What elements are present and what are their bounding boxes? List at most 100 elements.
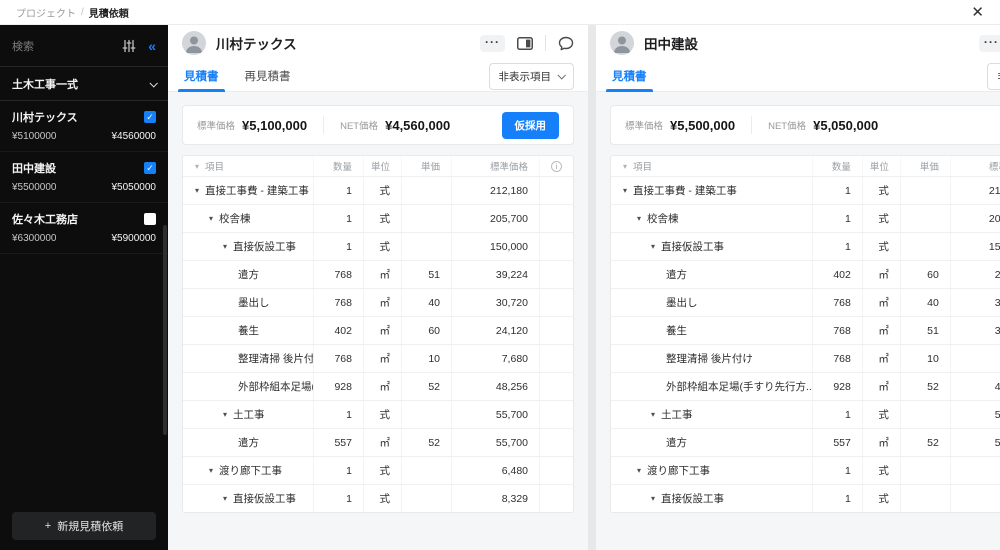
table-row[interactable]: ▾ 整理清掃 後片付け 768 ㎡ 10 7,680 ! bbox=[183, 344, 573, 372]
filter-icon[interactable] bbox=[122, 39, 136, 53]
info-icon[interactable]: i bbox=[551, 160, 562, 172]
caret-icon[interactable]: ▾ bbox=[637, 214, 641, 223]
row-item-label: 渡り廊下工事 bbox=[647, 465, 711, 477]
row-standard-price: 205,700 bbox=[949, 205, 1000, 232]
vendor-list-item[interactable]: 田中建設 ¥5500000 ¥5050000 bbox=[0, 152, 168, 203]
row-standard-price: 150,000 bbox=[451, 233, 539, 260]
row-standard-price: 24,120 bbox=[949, 261, 1000, 288]
net-price-label: NET価格 bbox=[340, 121, 379, 132]
comment-icon[interactable] bbox=[558, 36, 574, 51]
row-unit-price: 52 bbox=[401, 429, 451, 456]
row-unit-price: 52 bbox=[899, 429, 950, 456]
table-row[interactable]: ▾ 外部枠組本足場(手すり先行方.. 928 ㎡ 52 48,256 ! bbox=[611, 372, 1000, 400]
table-row[interactable]: ▾ 校舎棟 1 式 205,700 ! bbox=[183, 204, 573, 232]
row-unit-price: 52 bbox=[401, 373, 451, 400]
row-standard-price: 6,480 bbox=[949, 457, 1000, 484]
caret-icon[interactable]: ▾ bbox=[651, 410, 655, 419]
caret-icon[interactable]: ▾ bbox=[651, 242, 655, 251]
table-row[interactable]: ▾ 直接仮設工事 1 式 150,000 ! bbox=[611, 232, 1000, 260]
table-row[interactable]: ▾ 土工事 1 式 55,700 ! bbox=[611, 400, 1000, 428]
vendor-checkbox[interactable] bbox=[144, 213, 156, 225]
caret-icon[interactable]: ▾ bbox=[209, 466, 213, 475]
table-row[interactable]: ▾ 渡り廊下工事 1 式 6,480 ! bbox=[611, 456, 1000, 484]
table-row[interactable]: ▾ 遣方 768 ㎡ 51 39,224 ! bbox=[183, 260, 573, 288]
row-qty: 1 bbox=[313, 485, 363, 512]
caret-icon[interactable]: ▾ bbox=[623, 186, 627, 195]
close-icon[interactable]: ✕ bbox=[971, 5, 984, 20]
tab-再見積書[interactable]: 再見積書 bbox=[243, 61, 293, 92]
vendor-net-price: ¥5050000 bbox=[111, 182, 157, 193]
table-row[interactable]: ▾ 校舎棟 1 式 205,700 ! bbox=[611, 204, 1000, 232]
collapse-all-icon[interactable]: ▾ bbox=[623, 162, 627, 171]
row-standard-price: 55,700 bbox=[451, 429, 539, 456]
table-row[interactable]: ▾ 墨出し 768 ㎡ 40 30,720 ! bbox=[611, 288, 1000, 316]
more-options-icon[interactable]: ··· bbox=[480, 34, 505, 52]
sidebar-scrollbar[interactable] bbox=[163, 225, 167, 435]
hidden-items-button[interactable]: 非表示項目 bbox=[488, 62, 574, 90]
row-item-label: 校舎棟 bbox=[219, 213, 251, 225]
row-unit: 式 bbox=[363, 457, 401, 484]
table-row[interactable]: ▾ 直接工事費 - 建築工事 1 式 212,180 ! bbox=[611, 176, 1000, 204]
caret-icon[interactable]: ▾ bbox=[223, 410, 227, 419]
table-row[interactable]: ▾ 直接工事費 - 建築工事 1 式 212,180 ! bbox=[183, 176, 573, 204]
row-standard-price: 48,256 bbox=[949, 373, 1000, 400]
collapse-all-icon[interactable]: ▾ bbox=[195, 162, 199, 171]
vendor-title: 田中建設 bbox=[644, 37, 698, 52]
row-unit-price bbox=[401, 177, 451, 204]
collapse-sidebar-icon[interactable]: « bbox=[148, 39, 156, 53]
table-row[interactable]: ▾ 外部枠組本足場(手すり先行方.. 928 ㎡ 52 48,256 ! bbox=[183, 372, 573, 400]
price-summary: 標準価格 ¥5,100,000 NET価格 ¥4,560,000 仮採用 bbox=[182, 105, 574, 145]
breadcrumb-project[interactable]: プロジェクト bbox=[16, 5, 76, 20]
table-row[interactable]: ▾ 土工事 1 式 55,700 ! bbox=[183, 400, 573, 428]
caret-icon[interactable]: ▾ bbox=[651, 494, 655, 503]
table-row[interactable]: ▾ 直接仮設工事 1 式 8,329 ! bbox=[183, 484, 573, 512]
table-row[interactable]: ▾ 遣方 557 ㎡ 52 55,700 ! bbox=[611, 428, 1000, 456]
col-price: 標準価格 bbox=[949, 156, 1000, 176]
project-group-header[interactable]: 土木工事一式 bbox=[0, 67, 168, 101]
row-qty: 768 bbox=[313, 289, 363, 316]
caret-icon[interactable]: ▾ bbox=[223, 494, 227, 503]
vendor-checkbox[interactable] bbox=[144, 111, 156, 123]
side-panel-icon[interactable] bbox=[517, 36, 533, 50]
panel-divider bbox=[588, 25, 596, 550]
caret-icon[interactable]: ▾ bbox=[637, 466, 641, 475]
table-row[interactable]: ▾ 渡り廊下工事 1 式 6,480 ! bbox=[183, 456, 573, 484]
more-options-icon[interactable]: ··· bbox=[978, 34, 1000, 52]
estimate-table: ▾ 項目 数量 単位 単価 標準価格 i ▾ 直接工事費 - 建築工事 1 式 2… bbox=[182, 155, 574, 513]
vendor-list-item[interactable]: 川村テックス ¥5100000 ¥4560000 bbox=[0, 101, 168, 152]
row-item-label: 遣方 bbox=[666, 437, 687, 449]
col-qty: 数量 bbox=[811, 156, 862, 176]
hidden-items-button[interactable]: 非表示項目 bbox=[987, 62, 1000, 90]
vendor-list-item[interactable]: 佐々木工務店 ¥6300000 ¥5900000 bbox=[0, 203, 168, 254]
row-item-label: 直接仮設工事 bbox=[233, 241, 297, 253]
row-unit: 式 bbox=[363, 177, 401, 204]
caret-icon[interactable]: ▾ bbox=[223, 242, 227, 251]
caret-icon[interactable]: ▾ bbox=[195, 186, 199, 195]
table-row[interactable]: ▾ 遣方 557 ㎡ 52 55,700 ! bbox=[183, 428, 573, 456]
caret-icon[interactable]: ▾ bbox=[209, 214, 213, 223]
table-row[interactable]: ▾ 整理清掃 後片付け 768 ㎡ 10 7,680 ! bbox=[611, 344, 1000, 372]
chevron-down-icon bbox=[149, 78, 158, 88]
table-row[interactable]: ▾ 養生 768 ㎡ 51 39,224 ! bbox=[611, 316, 1000, 344]
table-row[interactable]: ▾ 養生 402 ㎡ 60 24,120 ! bbox=[183, 316, 573, 344]
tab-見積書[interactable]: 見積書 bbox=[178, 61, 224, 92]
row-unit-price bbox=[899, 485, 950, 512]
row-qty: 557 bbox=[313, 429, 363, 456]
vendor-net-price: ¥4560000 bbox=[111, 131, 157, 142]
provisional-adopt-button[interactable]: 仮採用 bbox=[501, 111, 559, 139]
tab-見積書[interactable]: 見積書 bbox=[606, 61, 652, 92]
new-estimate-request-button[interactable]: + 新規見積依頼 bbox=[12, 512, 156, 540]
col-item: 項目 bbox=[633, 162, 653, 173]
table-body: ▾ 直接工事費 - 建築工事 1 式 212,180 ! ▾ 校舎棟 1 式 2… bbox=[611, 176, 1000, 512]
vendor-checkbox[interactable] bbox=[144, 162, 156, 174]
row-unit: 式 bbox=[861, 177, 900, 204]
search-input[interactable]: 検索 bbox=[12, 38, 122, 54]
panel-header: 田中建設 ··· bbox=[596, 25, 1000, 61]
table-row[interactable]: ▾ 墨出し 768 ㎡ 40 30,720 ! bbox=[183, 288, 573, 316]
row-qty: 1 bbox=[313, 457, 363, 484]
row-unit-price: 10 bbox=[899, 345, 950, 372]
table-row[interactable]: ▾ 直接仮設工事 1 式 8,329 ! bbox=[611, 484, 1000, 512]
table-row[interactable]: ▾ 遣方 402 ㎡ 60 24,120 ! bbox=[611, 260, 1000, 288]
row-unit: 式 bbox=[363, 401, 401, 428]
table-row[interactable]: ▾ 直接仮設工事 1 式 150,000 ! bbox=[183, 232, 573, 260]
